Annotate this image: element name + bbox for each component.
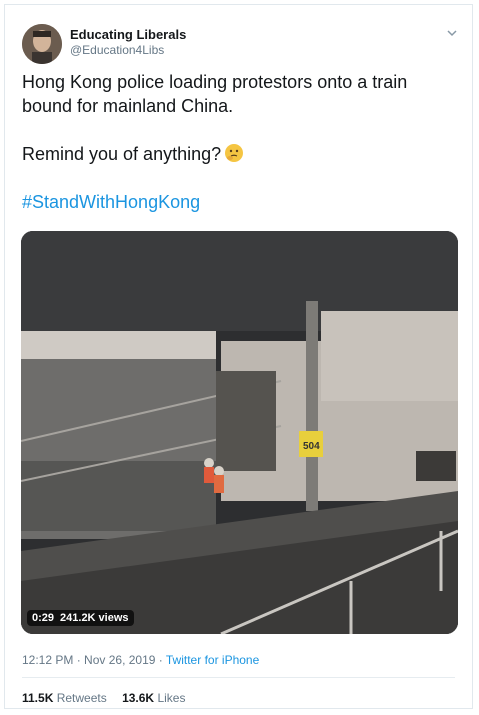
tweet-time[interactable]: 12:12 PM (22, 653, 73, 667)
thinking-face-icon (225, 144, 244, 162)
hashtag-link[interactable]: #StandWithHongKong (22, 190, 462, 214)
video-duration: 0:29 (32, 612, 55, 624)
sign-label: 504 (303, 441, 320, 452)
video-frame: 504 (21, 231, 458, 634)
retweets-stat[interactable]: 11.5K Retweets (22, 691, 107, 705)
likes-count: 13.6K (122, 691, 155, 705)
author-name[interactable]: Educating Liberals (70, 27, 186, 42)
tweet-source-link[interactable]: Twitter for iPhone (166, 653, 259, 667)
retweets-count: 11.5K (22, 691, 54, 705)
tweet-card: Educating Liberals @Education4Libs Hong … (4, 4, 473, 709)
avatar[interactable] (22, 24, 62, 64)
video-views: 241.2K views (60, 612, 129, 624)
tweet-stats: 11.5K Retweets 13.6K Likes (22, 691, 197, 705)
tweet-line-1: Hong Kong police loading protestors onto… (22, 72, 408, 116)
tweet-text: Hong Kong police loading protestors onto… (22, 70, 462, 214)
author-handle[interactable]: @Education4Libs (70, 43, 164, 57)
likes-stat[interactable]: 13.6K Likes (122, 691, 185, 705)
tweet-date[interactable]: Nov 26, 2019 (84, 653, 155, 667)
video-player[interactable]: 504 0:29 241.2K views (21, 231, 458, 634)
divider (22, 677, 455, 678)
meta-separator: · (155, 653, 166, 667)
tweet-question: Remind you of anything? (22, 144, 222, 164)
tweet-line-2: Remind you of anything? (22, 142, 462, 166)
avatar-image (22, 24, 62, 64)
likes-label: Likes (157, 691, 186, 705)
meta-separator: · (73, 653, 85, 667)
chevron-down-icon[interactable] (444, 25, 460, 41)
retweets-label: Retweets (56, 691, 107, 705)
video-badge: 0:29 241.2K views (27, 610, 134, 626)
tweet-meta: 12:12 PM · Nov 26, 2019 · Twitter for iP… (22, 653, 259, 667)
